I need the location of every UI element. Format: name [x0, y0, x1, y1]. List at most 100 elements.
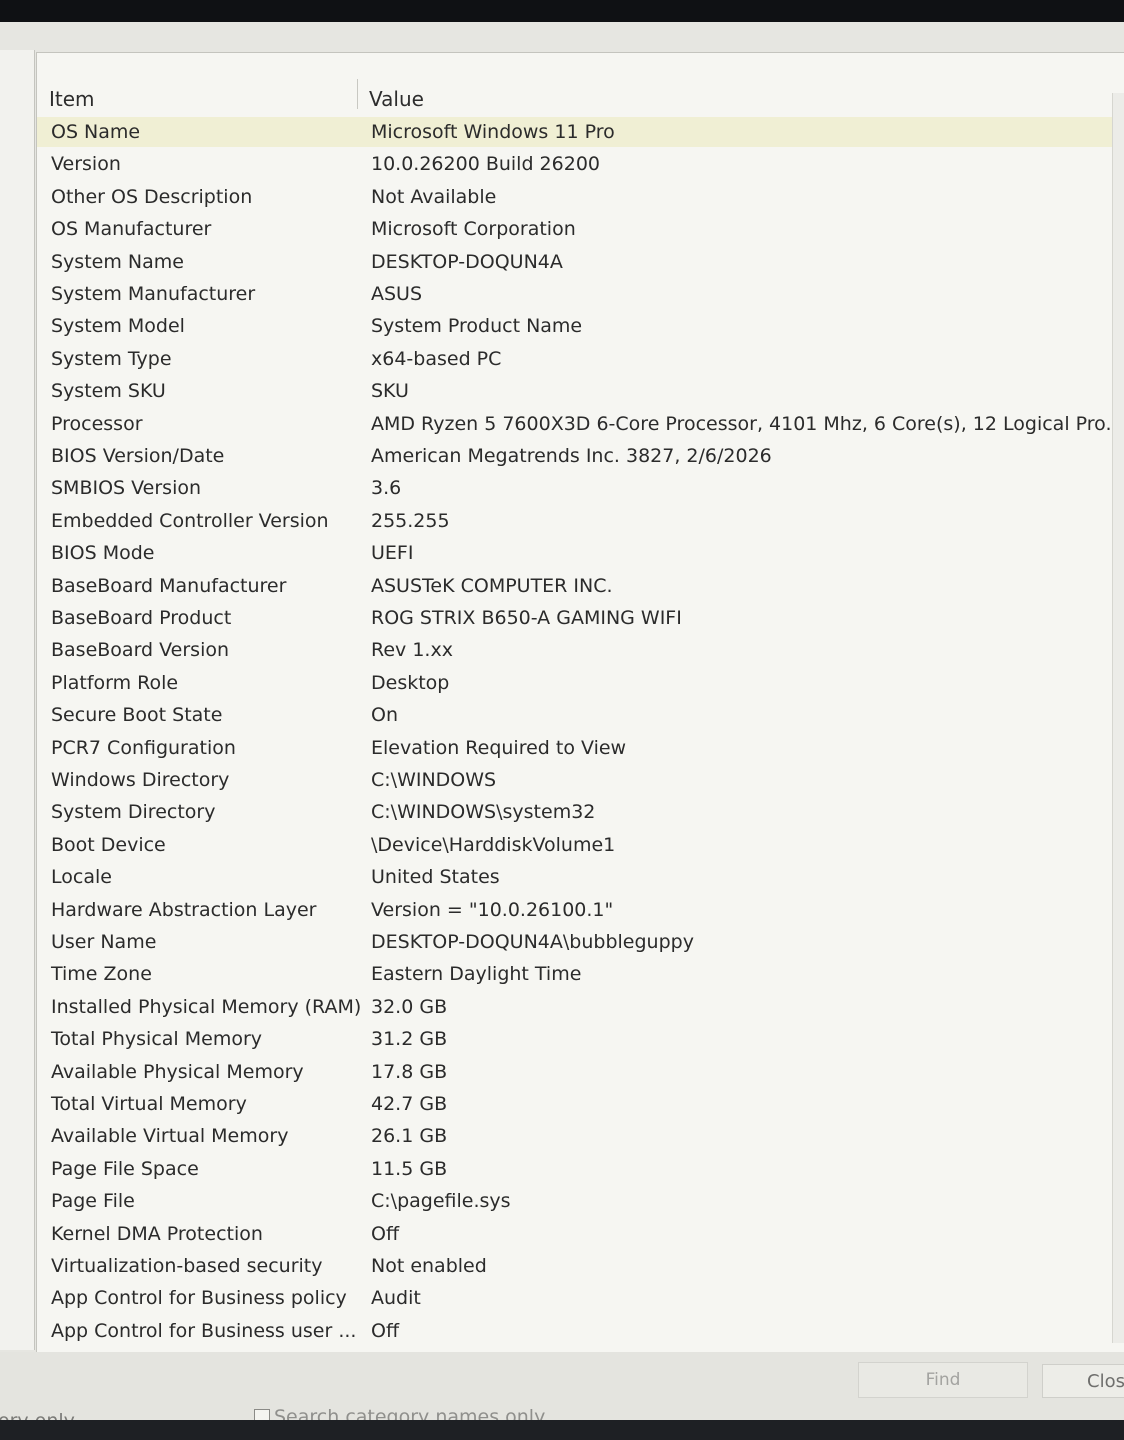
row-item-name: Other OS Description	[51, 185, 253, 208]
table-row[interactable]: Locale United States	[37, 862, 1113, 892]
details-table: Item Value OS Name Microsoft Windows 11 P…	[36, 52, 1124, 1354]
table-row[interactable]: Hardware Abstraction Layer Version = "10.…	[37, 895, 1113, 925]
table-row[interactable]: Kernel DMA Protection Off	[37, 1219, 1113, 1249]
row-item-name: Secure Boot State	[51, 704, 223, 727]
table-row[interactable]: System SKU SKU	[37, 376, 1113, 406]
table-row[interactable]: System Type x64-based PC	[37, 344, 1113, 374]
row-item-value: 10.0.26200 Build 26200	[371, 153, 601, 176]
table-row[interactable]: Page File Space 11.5 GB	[37, 1154, 1113, 1184]
row-item-value: Elevation Required to View	[371, 736, 627, 759]
table-row[interactable]: Boot Device \Device\HarddiskVolume1	[37, 830, 1113, 860]
table-row[interactable]: Time Zone Eastern Daylight Time	[37, 959, 1113, 989]
row-item-value: ASUS	[371, 283, 423, 305]
table-row[interactable]: System Model System Product Name	[37, 311, 1113, 341]
table-row[interactable]: Virtualization-based security Not enabled	[37, 1251, 1113, 1281]
row-item-value: C:\WINDOWS	[371, 769, 497, 791]
row-item-name: Virtualization-based security	[51, 1255, 323, 1277]
table-row[interactable]: BIOS Mode UEFI	[37, 538, 1113, 568]
monitor-bottom-bezel	[0, 1420, 1124, 1440]
row-item-name: OS Name	[51, 121, 141, 143]
category-tree-pane[interactable]	[0, 50, 35, 1350]
row-item-name: BIOS Mode	[51, 542, 155, 565]
table-row[interactable]: Available Virtual Memory 26.1 GB	[37, 1121, 1113, 1151]
row-item-name: App Control for Business user ...	[51, 1319, 357, 1342]
row-item-name: Available Virtual Memory	[51, 1125, 289, 1148]
table-row[interactable]: Installed Physical Memory (RAM) 32.0 GB	[37, 992, 1113, 1022]
table-row[interactable]: Secure Boot State On	[37, 700, 1113, 730]
table-row[interactable]: System Directory C:\WINDOWS\system32	[37, 797, 1113, 827]
table-row[interactable]: Processor AMD Ryzen 5 7600X3D 6-Core Proc…	[37, 409, 1124, 439]
column-header-item[interactable]: Item	[49, 87, 95, 111]
row-item-value: Microsoft Corporation	[371, 218, 576, 241]
row-item-value: C:\pagefile.sys	[371, 1190, 511, 1213]
table-row[interactable]: BaseBoard Version Rev 1.xx	[37, 635, 1113, 665]
row-item-value: Microsoft Windows 11 Pro	[371, 121, 615, 143]
row-item-name: Embedded Controller Version	[51, 509, 329, 532]
row-item-value: Desktop	[371, 671, 450, 694]
row-item-name: Page File Space	[51, 1157, 199, 1180]
table-row[interactable]: System Name DESKTOP-DOQUN4A	[37, 247, 1113, 277]
find-button[interactable]: Find	[858, 1362, 1028, 1398]
table-row[interactable]: Other OS Description Not Available	[37, 182, 1113, 212]
row-item-name: BaseBoard Product	[51, 607, 232, 629]
row-item-value: UEFI	[371, 542, 414, 565]
table-row[interactable]: App Control for Business policy Audit	[37, 1283, 1113, 1313]
table-header: Item Value	[37, 53, 1124, 115]
row-item-name: Total Virtual Memory	[51, 1093, 247, 1115]
row-item-value: C:\WINDOWS\system32	[371, 801, 596, 824]
table-row[interactable]: User Name DESKTOP-DOQUN4A\bubbleguppy	[37, 927, 1113, 957]
row-item-value: On	[371, 704, 398, 727]
table-row[interactable]: OS Manufacturer Microsoft Corporation	[37, 214, 1113, 244]
row-item-value: AMD Ryzen 5 7600X3D 6-Core Processor, 41…	[371, 412, 1124, 435]
row-item-value: 31.2 GB	[371, 1028, 448, 1051]
row-item-name: BaseBoard Version	[51, 639, 230, 662]
vertical-scrollbar[interactable]	[1112, 93, 1124, 1343]
row-item-name: PCR7 Configuration	[51, 736, 236, 759]
row-item-value: Not enabled	[371, 1255, 487, 1277]
row-item-value: DESKTOP-DOQUN4A\bubbleguppy	[371, 931, 694, 953]
table-row[interactable]: Available Physical Memory 17.8 GB	[37, 1057, 1113, 1087]
row-item-value: Off	[371, 1319, 400, 1342]
table-row[interactable]: SMBIOS Version 3.6	[37, 473, 1113, 503]
close-find-button[interactable]: Clos	[1042, 1364, 1124, 1398]
table-row[interactable]: App Control for Business user ... Off	[37, 1316, 1113, 1346]
row-item-value: Audit	[371, 1287, 421, 1310]
column-divider[interactable]	[357, 79, 358, 109]
column-header-value[interactable]: Value	[369, 87, 424, 111]
row-item-name: Windows Directory	[51, 769, 230, 791]
row-item-name: Processor	[51, 412, 143, 435]
row-item-value: Rev 1.xx	[371, 639, 453, 662]
table-row[interactable]: PCR7 Configuration Elevation Required to …	[37, 733, 1113, 763]
row-item-name: System Model	[51, 315, 185, 338]
search-bar: Find Clos ory only Search category names…	[0, 1352, 1124, 1432]
row-item-name: Locale	[51, 866, 112, 889]
table-row[interactable]: OS Name Microsoft Windows 11 Pro	[37, 117, 1113, 147]
table-row[interactable]: Windows Directory C:\WINDOWS	[37, 765, 1113, 795]
row-item-value: SKU	[371, 380, 409, 403]
table-row[interactable]: Version 10.0.26200 Build 26200	[37, 149, 1113, 179]
row-item-value: Not Available	[371, 185, 497, 208]
row-item-name: Page File	[51, 1190, 135, 1213]
row-item-name: System Type	[51, 347, 172, 370]
row-item-name: Available Physical Memory	[51, 1060, 304, 1083]
row-item-name: System Name	[51, 250, 184, 273]
row-item-name: OS Manufacturer	[51, 218, 212, 241]
table-row[interactable]: Embedded Controller Version 255.255	[37, 506, 1113, 536]
system-information-window: Item Value OS Name Microsoft Windows 11 P…	[0, 22, 1124, 1432]
table-row[interactable]: Total Physical Memory 31.2 GB	[37, 1024, 1113, 1054]
row-item-name: Boot Device	[51, 833, 166, 856]
row-item-value: 32.0 GB	[371, 995, 448, 1018]
row-item-name: Kernel DMA Protection	[51, 1222, 263, 1245]
table-row[interactable]: System Manufacturer ASUS	[37, 279, 1113, 309]
table-row[interactable]: BIOS Version/Date American Megatrends Inc…	[37, 441, 1113, 471]
table-row[interactable]: Platform Role Desktop	[37, 668, 1113, 698]
row-item-name: Platform Role	[51, 671, 179, 694]
table-row[interactable]: BaseBoard Manufacturer ASUSTeK COMPUTER I…	[37, 571, 1113, 601]
table-row[interactable]: Total Virtual Memory 42.7 GB	[37, 1089, 1113, 1119]
row-item-name: BaseBoard Manufacturer	[51, 574, 287, 597]
row-item-name: Hardware Abstraction Layer	[51, 898, 317, 921]
table-row[interactable]: Page File C:\pagefile.sys	[37, 1186, 1113, 1216]
row-item-name: System SKU	[51, 380, 166, 403]
row-item-name: SMBIOS Version	[51, 477, 202, 500]
table-row[interactable]: BaseBoard Product ROG STRIX B650-A GAMING…	[37, 603, 1113, 633]
